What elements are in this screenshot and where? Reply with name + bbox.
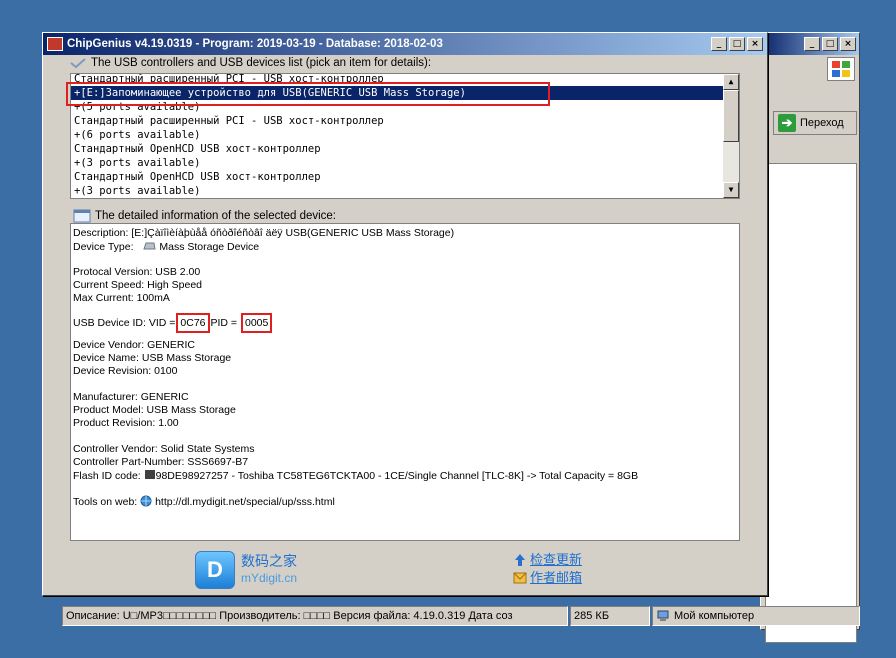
check-update-link[interactable]: 检查更新 xyxy=(513,551,582,569)
maximize-button[interactable]: □ xyxy=(729,37,745,51)
windows-flag-icon xyxy=(827,57,855,81)
tools-url-link[interactable]: http://dl.mydigit.net/special/up/sss.htm… xyxy=(155,496,335,508)
my-computer-icon xyxy=(657,610,669,621)
go-arrow-icon: ➔ xyxy=(778,114,796,132)
mydigit-logo-icon: D xyxy=(195,551,235,589)
product-revision-line: Product Revision: 1.00 xyxy=(73,417,179,429)
list-item[interactable]: Стандартный расширенный PCI - USB хост-к… xyxy=(71,114,739,128)
protocol-version-line: Protocal Version: USB 2.00 xyxy=(73,266,201,278)
list-item[interactable]: +(6 ports available) xyxy=(71,128,739,142)
list-item[interactable]: +(3 ports available) xyxy=(71,184,739,198)
status-location: Мой компьютер xyxy=(652,606,860,626)
list-item[interactable]: +(3 ports available) xyxy=(71,156,739,170)
controller-part-line: Controller Part-Number: SSS6697-B7 xyxy=(73,456,249,468)
email-icon xyxy=(513,572,527,584)
list-item[interactable]: Стандартный OpenHCD USB хост-контроллер xyxy=(71,142,739,156)
status-size: 285 КБ xyxy=(570,606,650,626)
list-scrollbar[interactable]: ▲ ▼ xyxy=(723,74,739,198)
usb-device-id-line: USB Device ID: VID = 0C76 PID = 0005 xyxy=(73,313,737,333)
description-line: Description: [E:]Çàïîìèíàþùåå óñòðîéñòâî… xyxy=(73,227,455,239)
scroll-thumb[interactable] xyxy=(723,90,739,142)
storage-device-icon xyxy=(143,242,157,250)
manufacturer-line: Manufacturer: GENERIC xyxy=(73,391,189,403)
bg-close-button[interactable]: × xyxy=(840,37,856,51)
status-description: Описание: U□/MP3□□□□□□□□ Производитель: … xyxy=(62,606,568,626)
scroll-up-icon[interactable]: ▲ xyxy=(723,74,739,90)
flash-id-line: Flash ID code: 98DE98927257 - Toshiba TC… xyxy=(73,470,639,482)
scroll-down-icon[interactable]: ▼ xyxy=(723,182,739,198)
device-name-line: Device Name: USB Mass Storage xyxy=(73,352,232,364)
logo-cn-text: 数码之家 xyxy=(241,553,297,569)
product-model-line: Product Model: USB Mass Storage xyxy=(73,404,236,416)
current-speed-line: Current Speed: High Speed xyxy=(73,279,202,291)
main-titlebar: ChipGenius v4.19.0319 - Program: 2019-03… xyxy=(43,33,767,55)
list-item[interactable]: Стандартный расширенный PCI - USB хост-к… xyxy=(71,74,739,86)
list-item-selected[interactable]: +[E:]Запоминающее устройство для USB(GEN… xyxy=(71,86,739,100)
controller-vendor-line: Controller Vendor: Solid State Systems xyxy=(73,443,255,455)
background-content-pane xyxy=(765,163,857,643)
globe-icon xyxy=(140,495,152,507)
window-title: ChipGenius v4.19.0319 - Program: 2019-03… xyxy=(67,38,443,50)
logo-en-text: mYdigit.cn xyxy=(241,571,298,585)
details-label-row: The detailed information of the selected… xyxy=(73,209,336,223)
info-window-icon xyxy=(73,209,91,223)
device-type-line: Device Type: Mass Storage Device xyxy=(73,241,260,253)
go-button[interactable]: ➔ Переход xyxy=(773,111,857,135)
minimize-button[interactable]: _ xyxy=(711,37,727,51)
list-item[interactable]: +(5 ports available) xyxy=(71,100,739,114)
details-label: The detailed information of the selected… xyxy=(95,210,337,222)
close-button[interactable]: × xyxy=(747,37,763,51)
app-icon xyxy=(47,37,63,51)
author-email-link[interactable]: 作者邮箱 xyxy=(513,569,582,587)
chipgenius-window: ChipGenius v4.19.0319 - Program: 2019-03… xyxy=(42,32,768,596)
device-vendor-line: Device Vendor: GENERIC xyxy=(73,339,195,351)
checkmark-icon xyxy=(70,58,86,69)
go-button-label: Переход xyxy=(800,117,844,129)
bg-maximize-button[interactable]: □ xyxy=(822,37,838,51)
devices-list-label: The USB controllers and USB devices list… xyxy=(91,57,432,69)
mydigit-logo[interactable]: D 数码之家 mYdigit.cn xyxy=(195,551,297,589)
devices-list[interactable]: Стандартный расширенный PCI - USB хост-к… xyxy=(70,73,740,199)
bg-minimize-button[interactable]: _ xyxy=(804,37,820,51)
statusbar: Описание: U□/MP3□□□□□□□□ Производитель: … xyxy=(62,606,860,626)
pid-value: 0005 xyxy=(241,313,273,333)
devices-list-label-row: The USB controllers and USB devices list… xyxy=(69,57,431,69)
vid-value: 0C76 xyxy=(176,313,210,333)
device-revision-line: Device Revision: 0100 xyxy=(73,365,178,377)
tools-line: Tools on web: http://dl.mydigit.net/spec… xyxy=(73,495,335,508)
max-current-line: Max Current: 100mA xyxy=(73,292,170,304)
details-panel: Description: [E:]Çàïîìèíàþùåå óñòðîéñòâî… xyxy=(70,223,740,541)
update-arrow-icon xyxy=(515,554,525,566)
background-window: _ □ × ➔ Переход xyxy=(760,32,860,643)
footer: D 数码之家 mYdigit.cn 检查更新 作者邮箱 xyxy=(43,545,767,595)
chip-icon xyxy=(144,470,155,479)
list-item[interactable]: Стандартный OpenHCD USB хост-контроллер xyxy=(71,170,739,184)
